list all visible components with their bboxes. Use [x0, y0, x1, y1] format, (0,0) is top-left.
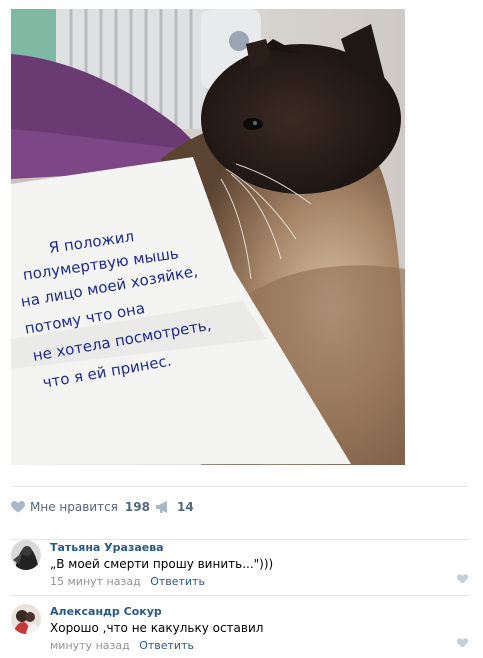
heart-icon[interactable] — [457, 638, 468, 648]
avatar[interactable] — [11, 604, 41, 634]
reply-link[interactable]: Ответить — [150, 575, 205, 588]
handwritten-note: Я положил полумертвую мышь на лицо моей … — [19, 227, 285, 455]
avatar[interactable] — [11, 540, 41, 570]
comment-text: Хорошо ,что не какульку оставил — [50, 621, 264, 635]
comment-author[interactable]: Александр Сокур — [50, 605, 162, 618]
comment-text: „В моей смерти прошу винить..."))) — [50, 557, 274, 571]
comment-meta: 15 минут назад Ответить — [50, 575, 205, 588]
comment-time[interactable]: 15 минут назад — [50, 575, 141, 588]
megaphone-icon — [156, 501, 167, 513]
reply-link[interactable]: Ответить — [139, 639, 194, 652]
like-count: 198 — [124, 500, 150, 514]
avatar-image — [11, 540, 41, 570]
share-count: 14 — [177, 500, 194, 514]
comment-meta: минуту назад Ответить — [50, 639, 194, 652]
like-label: Мне нравится — [30, 500, 118, 514]
like-button[interactable]: Мне нравится 198 — [11, 500, 150, 514]
comment-item: Александр Сокур Хорошо ,что не какульку … — [11, 595, 468, 658]
share-button[interactable]: 14 — [156, 500, 194, 514]
avatar-image — [11, 604, 41, 634]
comment-time[interactable]: минуту назад — [50, 639, 130, 652]
post-actions: Мне нравится 198 14 — [11, 486, 468, 528]
heart-icon[interactable] — [457, 574, 468, 584]
heart-icon — [11, 501, 25, 513]
comment-item: Татьяна Уразаева „В моей смерти прошу ви… — [11, 539, 468, 595]
comment-author[interactable]: Татьяна Уразаева — [50, 541, 164, 554]
